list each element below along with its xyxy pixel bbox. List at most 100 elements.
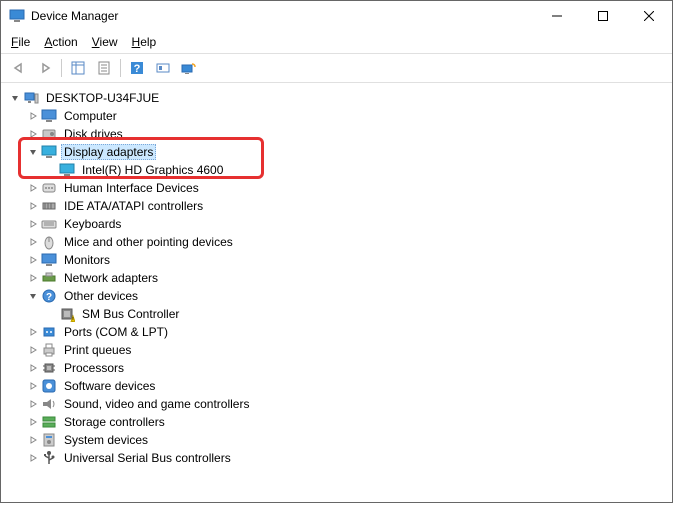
tree-node-ports-com-lpt-[interactable]: Ports (COM & LPT) (5, 323, 668, 341)
tree-node-label: Display adapters (61, 144, 156, 160)
tree-node-label: Computer (61, 108, 120, 124)
software-icon (41, 378, 57, 394)
tree-node-label: Network adapters (61, 270, 161, 286)
device-tree[interactable]: DESKTOP-U34FJUE Computer Disk drives Displa… (1, 83, 672, 513)
system-icon (41, 432, 57, 448)
tree-node-disk-drives[interactable]: Disk drives (5, 125, 668, 143)
display-icon (59, 162, 75, 178)
tree-node-label: Intel(R) HD Graphics 4600 (79, 162, 226, 178)
other-icon: ? (41, 288, 57, 304)
tree-node-display-adapters[interactable]: Display adapters (5, 143, 668, 161)
tree-node-label: Mice and other pointing devices (61, 234, 236, 250)
collapse-icon[interactable] (27, 290, 39, 302)
tree-node-label: Software devices (61, 378, 158, 394)
tree-node-label: Human Interface Devices (61, 180, 202, 196)
scan-hardware-button[interactable] (151, 57, 175, 79)
menu-view[interactable]: View (92, 35, 118, 49)
monitor-icon (41, 108, 57, 124)
hid-icon (41, 180, 57, 196)
expand-icon[interactable] (27, 200, 39, 212)
tree-node-label: SM Bus Controller (79, 306, 182, 322)
menu-file[interactable]: File (11, 35, 30, 49)
network-icon (41, 270, 57, 286)
svg-text:?: ? (134, 63, 141, 75)
tree-node-label: Keyboards (61, 216, 124, 232)
expand-icon[interactable] (27, 344, 39, 356)
storage-icon (41, 414, 57, 430)
maximize-button[interactable] (580, 1, 626, 31)
show-hide-tree-button[interactable] (66, 57, 90, 79)
tree-node-universal-serial-bus-controllers[interactable]: Universal Serial Bus controllers (5, 449, 668, 467)
tree-node-label: Disk drives (61, 126, 126, 142)
tree-node-system-devices[interactable]: System devices (5, 431, 668, 449)
tree-node-mice-and-other-pointing-devices[interactable]: Mice and other pointing devices (5, 233, 668, 251)
help-button[interactable]: ? (125, 57, 149, 79)
pc-icon (23, 90, 39, 106)
app-icon (9, 8, 25, 24)
tree-node-label: IDE ATA/ATAPI controllers (61, 198, 206, 214)
menu-help[interactable]: Help (132, 35, 157, 49)
tree-node-print-queues[interactable]: Print queues (5, 341, 668, 359)
svg-text:?: ? (46, 292, 52, 303)
forward-button[interactable] (33, 57, 57, 79)
expand-icon[interactable] (27, 272, 39, 284)
ide-icon (41, 198, 57, 214)
back-button[interactable] (7, 57, 31, 79)
menubar: File Action View Help (1, 31, 672, 53)
separator (120, 59, 121, 77)
tree-node-label: Print queues (61, 342, 134, 358)
properties-button[interactable] (92, 57, 116, 79)
tree-root-label: DESKTOP-U34FJUE (43, 90, 162, 106)
tree-node-storage-controllers[interactable]: Storage controllers (5, 413, 668, 431)
printer-icon (41, 342, 57, 358)
close-button[interactable] (626, 1, 672, 31)
expand-icon[interactable] (27, 182, 39, 194)
disk-icon (41, 126, 57, 142)
tree-node-software-devices[interactable]: Software devices (5, 377, 668, 395)
window-title: Device Manager (31, 9, 534, 23)
expand-icon[interactable] (27, 434, 39, 446)
tree-node-label: Sound, video and game controllers (61, 396, 252, 412)
port-icon (41, 324, 57, 340)
sound-icon (41, 396, 57, 412)
tree-node-intel-r-hd-graphics-4600[interactable]: Intel(R) HD Graphics 4600 (5, 161, 668, 179)
minimize-button[interactable] (534, 1, 580, 31)
tree-node-network-adapters[interactable]: Network adapters (5, 269, 668, 287)
tree-node-sound-video-and-game-controllers[interactable]: Sound, video and game controllers (5, 395, 668, 413)
display-icon (41, 144, 57, 160)
scan-changes-button[interactable] (177, 57, 201, 79)
tree-node-label: Monitors (61, 252, 113, 268)
expand-icon[interactable] (27, 362, 39, 374)
expand-icon[interactable] (27, 398, 39, 410)
collapse-icon[interactable] (27, 146, 39, 158)
toolbar: ? (1, 53, 672, 83)
chip-warn-icon: ! (59, 306, 75, 322)
expand-icon[interactable] (27, 452, 39, 464)
expand-icon[interactable] (27, 128, 39, 140)
tree-node-label: Processors (61, 360, 127, 376)
tree-node-sm-bus-controller[interactable]: !SM Bus Controller (5, 305, 668, 323)
tree-node-computer[interactable]: Computer (5, 107, 668, 125)
tree-root[interactable]: DESKTOP-U34FJUE (5, 89, 668, 107)
tree-node-label: Storage controllers (61, 414, 168, 430)
expand-icon[interactable] (27, 380, 39, 392)
expand-icon[interactable] (27, 416, 39, 428)
titlebar: Device Manager (1, 1, 672, 31)
tree-node-other-devices[interactable]: ?Other devices (5, 287, 668, 305)
expand-icon[interactable] (9, 92, 21, 104)
tree-node-keyboards[interactable]: Keyboards (5, 215, 668, 233)
expand-icon[interactable] (27, 110, 39, 122)
tree-node-ide-ata-atapi-controllers[interactable]: IDE ATA/ATAPI controllers (5, 197, 668, 215)
tree-node-processors[interactable]: Processors (5, 359, 668, 377)
tree-node-label: Ports (COM & LPT) (61, 324, 171, 340)
tree-node-label: Universal Serial Bus controllers (61, 450, 234, 466)
tree-node-human-interface-devices[interactable]: Human Interface Devices (5, 179, 668, 197)
keyboard-icon (41, 216, 57, 232)
tree-node-monitors[interactable]: Monitors (5, 251, 668, 269)
expand-icon[interactable] (27, 236, 39, 248)
expand-icon[interactable] (27, 326, 39, 338)
menu-action[interactable]: Action (44, 35, 77, 49)
expand-icon[interactable] (27, 254, 39, 266)
monitor-icon (41, 252, 57, 268)
expand-icon[interactable] (27, 218, 39, 230)
